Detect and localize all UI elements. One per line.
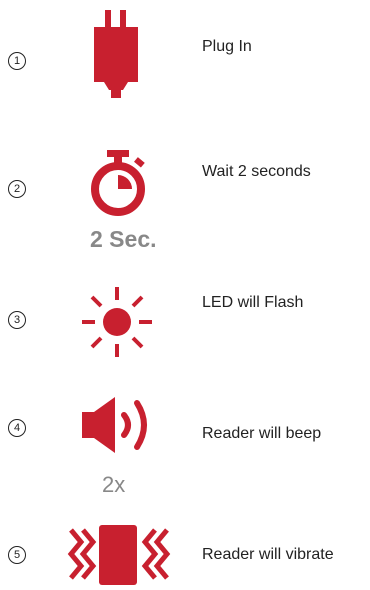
step-label-1: Plug In [202, 38, 252, 55]
beep-count-text: 2x [102, 472, 126, 497]
step-label-2: Wait 2 seconds [202, 163, 311, 180]
plug-icon [94, 10, 138, 98]
wait-duration-text: 2 Sec. [90, 226, 157, 252]
stopwatch-icon [91, 150, 145, 216]
step-number-1: 1 [8, 52, 26, 70]
step-label-3: LED will Flash [202, 294, 304, 311]
speaker-icon [82, 397, 147, 453]
step-number-4: 4 [8, 419, 26, 437]
step-label-5: Reader will vibrate [202, 546, 334, 563]
step-number-2: 2 [8, 180, 26, 198]
vibrate-icon [67, 525, 171, 585]
step-label-4: Reader will beep [202, 425, 322, 442]
step-number-3: 3 [8, 311, 26, 329]
step-number-5: 5 [8, 546, 26, 564]
sun-flash-icon [82, 287, 152, 357]
